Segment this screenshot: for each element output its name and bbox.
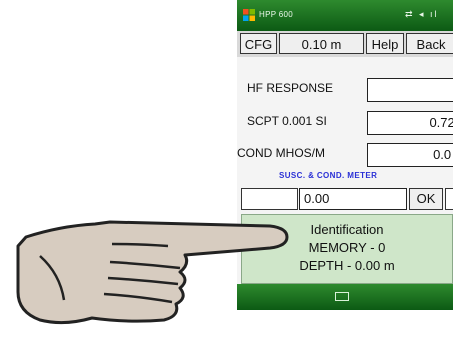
help-button[interactable]: Help (366, 33, 404, 54)
cond-value: 0.0 ? (367, 143, 453, 167)
ok-button[interactable]: OK (409, 188, 443, 210)
scpt-label: SCPT 0.001 SI (247, 114, 327, 128)
windows-flag-icon[interactable] (242, 8, 256, 22)
back-button[interactable]: Back (406, 33, 453, 54)
step-button[interactable]: 0.10 m (279, 33, 364, 54)
app-title: HPP 600 (259, 10, 293, 19)
toolbar: CFG 0.10 m Help Back (237, 31, 453, 57)
aux-input[interactable] (241, 188, 298, 210)
entry-input[interactable]: 0.00 (299, 188, 407, 210)
pointing-hand-icon (16, 220, 289, 325)
hf-response-label: HF RESPONSE (247, 81, 334, 95)
status-icons: ⇄ ◂ ıl (405, 9, 439, 19)
meter-title: SUSC. & COND. METER (279, 171, 378, 180)
cfg-button[interactable]: CFG (240, 33, 277, 54)
scpt-value: 0.721 (367, 111, 453, 135)
hf-response-value: 0 (367, 78, 453, 102)
keyboard-icon[interactable] (335, 292, 349, 301)
title-bar: HPP 600 ⇄ ◂ ıl (237, 0, 453, 31)
aux-input-right[interactable] (445, 188, 453, 210)
cond-label: COND MHOS/M (237, 146, 325, 160)
